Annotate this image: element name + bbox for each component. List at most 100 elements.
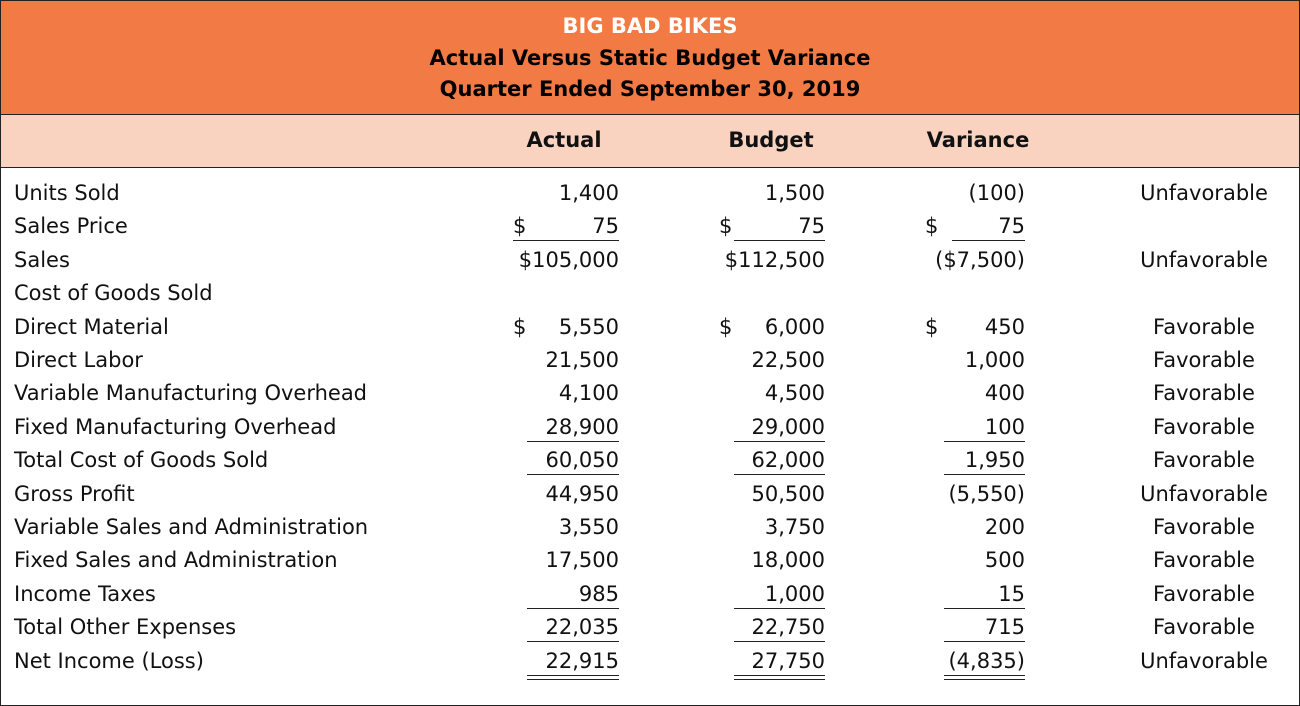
- row-label: Cost of Goods Sold: [14, 281, 213, 306]
- table-row: Sales Price $ $ $75 75 75: [1, 209, 1299, 242]
- title-band: BIG BAD BIKES Actual Versus Static Budge…: [1, 1, 1299, 115]
- underline-rule: [527, 641, 619, 643]
- variance-status: Favorable: [1153, 581, 1255, 606]
- row-label: Direct Material: [14, 314, 169, 339]
- actual-value: $105,000: [518, 247, 619, 272]
- actual-value: 22,915: [545, 648, 619, 673]
- variance-status: Unfavorable: [1140, 247, 1268, 272]
- underline-rule: [527, 474, 619, 476]
- report-title: Actual Versus Static Budget Variance: [429, 46, 871, 70]
- column-header-band: [1, 115, 1299, 168]
- actual-value: 60,050: [545, 448, 619, 473]
- variance-status: Favorable: [1153, 314, 1255, 339]
- budget-value: 22,500: [751, 348, 825, 372]
- variance-status: Favorable: [1153, 414, 1255, 439]
- budget-value: 50,500: [751, 481, 825, 506]
- variance-status: Favorable: [1153, 381, 1255, 406]
- variance-value: (100): [968, 181, 1025, 205]
- double-underline-rule: [527, 674, 619, 680]
- variance-status: Favorable: [1153, 615, 1255, 640]
- underline-rule: [527, 440, 619, 442]
- row-label: Gross Profit: [14, 481, 135, 506]
- variance-value: 1,950: [964, 448, 1025, 473]
- table-row: Fixed Manufacturing Overhead 28,900 29,000…: [1, 410, 1299, 443]
- variance-status: Unfavorable: [1140, 648, 1268, 673]
- table-row: Direct Material $ $ $5,550 6,000 450 Favorable: [1, 310, 1299, 343]
- variance-value: 400: [984, 381, 1025, 406]
- table-row: Net Income (Loss) 22,915 27,750 (4,835) Unfa…: [1, 644, 1299, 677]
- variance-value: 75: [998, 214, 1025, 239]
- variance-value: 15: [998, 581, 1025, 606]
- actual-value: 22,035: [545, 615, 619, 640]
- actual-value: 1,400: [558, 181, 619, 205]
- underline-rule: [944, 607, 1025, 609]
- variance-status: Unfavorable: [1140, 181, 1268, 205]
- table-row: Variable Sales and Administration 3,550 3,…: [1, 510, 1299, 543]
- actual-value: 5,550: [558, 314, 619, 339]
- variance-value: 715: [984, 615, 1025, 640]
- actual-value: 21,500: [545, 348, 619, 372]
- variance-status: Favorable: [1153, 448, 1255, 473]
- table-row: Sales $105,000 $112,500 ($7,500) Unfavorable: [1, 243, 1299, 276]
- report-frame: BIG BAD BIKES Actual Versus Static Budge…: [0, 0, 1300, 706]
- underline-rule: [734, 440, 825, 442]
- table-row: Units Sold 1,400 1,500 (100) Unfavorable: [1, 176, 1299, 209]
- row-label: Fixed Sales and Administration: [14, 548, 338, 573]
- table-row: Total Other Expenses 22,035 22,750 715 Favor…: [1, 610, 1299, 643]
- variance-status: Unfavorable: [1140, 481, 1268, 506]
- actual-value: 4,100: [558, 381, 619, 406]
- budget-value: 75: [798, 214, 825, 239]
- row-label: Variable Sales and Administration: [14, 515, 369, 539]
- actual-value: 985: [578, 581, 619, 606]
- variance-status: Favorable: [1153, 515, 1255, 539]
- variance-value: 500: [984, 548, 1025, 573]
- budget-value: 27,750: [751, 648, 825, 673]
- variance-status: Favorable: [1153, 348, 1255, 372]
- underline-rule: [734, 607, 825, 609]
- underline-rule: [527, 607, 619, 609]
- budget-value: 29,000: [751, 414, 825, 439]
- table-row: Income Taxes 985 1,000 15 Favorable: [1, 577, 1299, 610]
- budget-value: $112,500: [724, 247, 825, 272]
- variance-status: Favorable: [1153, 548, 1255, 573]
- budget-value: 1,500: [764, 181, 825, 205]
- row-label: Sales Price: [14, 214, 128, 239]
- row-label: Fixed Manufacturing Overhead: [14, 414, 337, 439]
- variance-value: (4,835): [948, 648, 1025, 673]
- budget-value: 1,000: [764, 581, 825, 606]
- company-name: BIG BAD BIKES: [562, 14, 738, 38]
- table-row: Gross Profit 44,950 50,500 (5,550) Unfavorab…: [1, 477, 1299, 510]
- underline-rule: [944, 440, 1025, 442]
- actual-value: 75: [592, 214, 619, 239]
- budget-value: 3,750: [764, 515, 825, 539]
- variance-value: 200: [984, 515, 1025, 539]
- row-label: Variable Manufacturing Overhead: [14, 381, 368, 406]
- budget-value: 4,500: [764, 381, 825, 406]
- row-label: Income Taxes: [14, 581, 156, 606]
- double-underline-rule: [734, 674, 825, 680]
- underline-rule: [734, 641, 825, 643]
- report-period: Quarter Ended September 30, 2019: [439, 77, 861, 101]
- row-label: Units Sold: [14, 181, 120, 205]
- column-header-budget: Budget: [728, 128, 814, 152]
- table-row: Fixed Sales and Administration 17,500 18,0…: [1, 543, 1299, 576]
- row-label: Sales: [14, 247, 70, 272]
- variance-value: 100: [984, 414, 1025, 439]
- variance-value: ($7,500): [935, 247, 1025, 272]
- underline-rule: [734, 474, 825, 476]
- underline-rule: [944, 474, 1025, 476]
- table-row: Variable Manufacturing Overhead 4,100 4,50…: [1, 376, 1299, 409]
- budget-value: 62,000: [751, 448, 825, 473]
- table-row: Cost of Goods Sold: [1, 276, 1299, 309]
- actual-value: 17,500: [545, 548, 619, 573]
- actual-value: 28,900: [545, 414, 619, 439]
- row-label: Total Cost of Goods Sold: [14, 448, 269, 473]
- budget-value: 18,000: [751, 548, 825, 573]
- underline-rule: [944, 641, 1025, 643]
- underline-rule: [952, 240, 1025, 242]
- underline-rule: [513, 240, 619, 242]
- budget-value: 22,750: [751, 615, 825, 640]
- table-row: Direct Labor 21,500 22,500 1,000 Favorable: [1, 343, 1299, 376]
- row-label: Net Income (Loss): [14, 648, 204, 673]
- variance-value: 1,000: [964, 348, 1025, 372]
